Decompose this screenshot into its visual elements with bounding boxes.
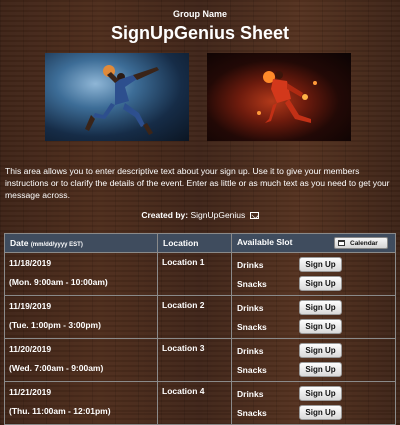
table-header-row: Date (mm/dd/yyyy EST) Location Available… <box>4 233 396 253</box>
slot-cell: Drinks Sign Up Snacks Sign Up <box>231 381 396 425</box>
slot-time: (Tue. 1:00pm - 3:00pm) <box>9 320 101 330</box>
signup-button[interactable]: Sign Up <box>299 386 342 401</box>
basketball-player-blue-image <box>45 53 189 141</box>
location-cell: Location 3 <box>157 338 232 382</box>
sheet-description: This area allows you to enter descriptiv… <box>5 166 390 201</box>
slot-name: Snacks <box>237 321 267 332</box>
location-cell: Location 1 <box>157 252 232 296</box>
slot-header-label: Available Slot <box>237 237 293 247</box>
date-cell: 11/18/2019 (Mon. 9:00am - 10:00am) <box>4 252 158 296</box>
date-format-label: (mm/dd/yyyy EST) <box>30 242 83 248</box>
date-column-header: Date (mm/dd/yyyy EST) <box>4 233 158 253</box>
slot-cell: Drinks Sign Up Snacks Sign Up <box>231 252 396 296</box>
slot-time: (Mon. 9:00am - 10:00am) <box>9 277 108 287</box>
slot-time: (Thu. 11:00am - 12:01pm) <box>9 406 111 416</box>
header-images <box>45 53 355 141</box>
date-cell: 11/21/2019 (Thu. 11:00am - 12:01pm) <box>4 381 158 425</box>
location-column-header: Location <box>157 233 232 253</box>
slot-name: Drinks <box>237 302 264 313</box>
location-cell: Location 4 <box>157 381 232 425</box>
creator-name[interactable]: SignUpGenius <box>190 210 245 220</box>
sheet-header: Group Name SignUpGenius Sheet <box>0 0 400 44</box>
created-by-label: Created by: <box>141 210 189 220</box>
slot-cell: Drinks Sign Up Snacks Sign Up <box>231 295 396 339</box>
created-by: Created by: SignUpGenius <box>0 210 400 220</box>
envelope-icon[interactable] <box>249 212 259 220</box>
table-row: 11/20/2019 (Wed. 7:00am - 9:00am) Locati… <box>4 338 396 382</box>
table-row: 11/21/2019 (Thu. 11:00am - 12:01pm) Loca… <box>4 381 396 425</box>
slot-name: Snacks <box>237 278 267 289</box>
calendar-icon <box>338 240 345 246</box>
signup-button[interactable]: Sign Up <box>299 300 342 315</box>
sheet-title: SignUpGenius Sheet <box>110 23 290 43</box>
signup-button[interactable]: Sign Up <box>299 319 342 334</box>
slot-date: 11/19/2019 <box>9 301 52 311</box>
group-name: Group Name <box>172 9 227 19</box>
table-row: 11/19/2019 (Tue. 1:00pm - 3:00pm) Locati… <box>4 295 396 339</box>
location-cell: Location 2 <box>157 295 232 339</box>
slot-name: Snacks <box>237 364 267 375</box>
table-row: 11/18/2019 (Mon. 9:00am - 10:00am) Locat… <box>4 252 396 296</box>
slot-time: (Wed. 7:00am - 9:00am) <box>9 363 104 373</box>
calendar-button-label: Calendar <box>350 240 378 247</box>
slot-column-header: Available Slot Calendar <box>231 233 396 253</box>
slot-name: Drinks <box>237 345 264 356</box>
slot-name: Drinks <box>237 388 264 399</box>
signup-button[interactable]: Sign Up <box>299 343 342 358</box>
basketball-player-fire-image <box>207 53 351 141</box>
calendar-button[interactable]: Calendar <box>334 237 388 249</box>
date-header-label: Date <box>10 238 29 248</box>
signup-button[interactable]: Sign Up <box>299 257 342 272</box>
signup-button[interactable]: Sign Up <box>299 276 342 291</box>
slot-date: 11/20/2019 <box>9 344 52 354</box>
slot-name: Drinks <box>237 259 264 270</box>
slot-date: 11/21/2019 <box>9 387 52 397</box>
slot-cell: Drinks Sign Up Snacks Sign Up <box>231 338 396 382</box>
date-cell: 11/19/2019 (Tue. 1:00pm - 3:00pm) <box>4 295 158 339</box>
signup-table: Date (mm/dd/yyyy EST) Location Available… <box>4 233 396 425</box>
signup-button[interactable]: Sign Up <box>299 362 342 377</box>
date-cell: 11/20/2019 (Wed. 7:00am - 9:00am) <box>4 338 158 382</box>
slot-date: 11/18/2019 <box>9 258 52 268</box>
